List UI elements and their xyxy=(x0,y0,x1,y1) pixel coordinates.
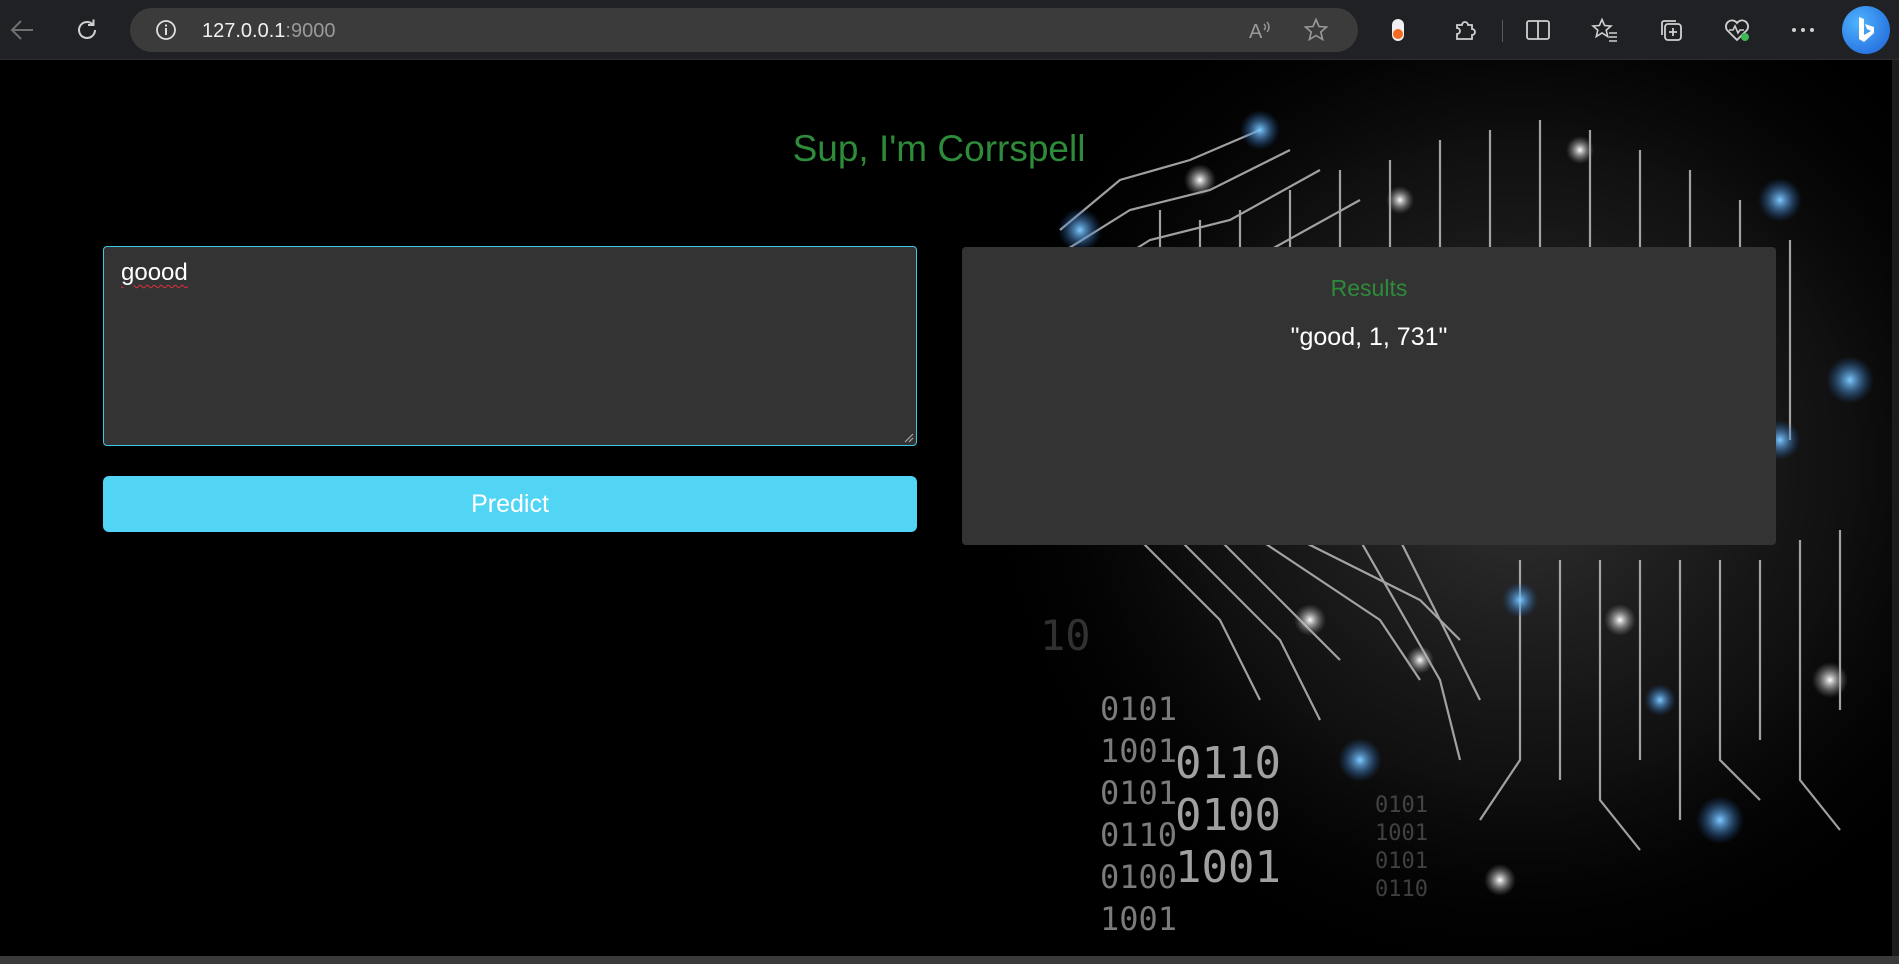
page-content: 0101 1001 0101 0110 0100 1001 0110 0100 … xyxy=(0,60,1892,956)
page-title: Sup, I'm Corrspell xyxy=(792,128,1086,169)
horizontal-scrollbar[interactable] xyxy=(0,956,1899,964)
text-input[interactable]: goood xyxy=(103,246,917,446)
input-text: goood xyxy=(121,259,188,286)
extension-toggle-icon[interactable] xyxy=(1378,10,1418,50)
svg-text:0110: 0110 xyxy=(1375,877,1428,902)
results-value: "good, 1, 731" xyxy=(1290,323,1448,351)
svg-text:0110: 0110 xyxy=(1100,816,1177,854)
resize-grip-icon[interactable] xyxy=(902,431,914,443)
svg-text:0101: 0101 xyxy=(1375,793,1428,818)
url-host: 127.0.0.1 xyxy=(202,20,286,42)
collections-icon[interactable] xyxy=(1651,10,1691,50)
svg-text:0110: 0110 xyxy=(1175,738,1281,789)
site-info-icon[interactable] xyxy=(146,10,186,50)
vertical-scrollbar[interactable] xyxy=(1892,60,1899,964)
extensions-puzzle-icon[interactable] xyxy=(1445,10,1485,50)
url-text: 127.0.0.1:9000 xyxy=(202,20,335,43)
url-port: :9000 xyxy=(285,20,336,42)
svg-text:10: 10 xyxy=(1040,611,1091,660)
browser-essentials-icon[interactable] xyxy=(1717,10,1757,50)
svg-text:0100: 0100 xyxy=(1100,858,1177,896)
svg-text:1001: 1001 xyxy=(1100,900,1177,938)
refresh-icon[interactable] xyxy=(67,10,107,50)
toolbar-separator xyxy=(1502,20,1503,42)
back-arrow-icon[interactable] xyxy=(2,10,42,50)
browser-toolbar: 127.0.0.1:9000 A xyxy=(0,0,1899,60)
bing-copilot-icon[interactable] xyxy=(1842,6,1890,54)
svg-text:1001: 1001 xyxy=(1100,732,1177,770)
svg-text:1001: 1001 xyxy=(1375,821,1428,846)
more-menu-icon[interactable] xyxy=(1783,10,1823,50)
split-screen-icon[interactable] xyxy=(1518,10,1558,50)
favorite-star-icon[interactable] xyxy=(1296,10,1336,50)
favorites-icon[interactable] xyxy=(1585,10,1625,50)
read-aloud-icon[interactable]: A xyxy=(1240,10,1280,50)
svg-text:0101: 0101 xyxy=(1375,849,1428,874)
results-panel: Results "good, 1, 731" xyxy=(962,247,1776,545)
svg-text:0101: 0101 xyxy=(1100,690,1177,728)
svg-text:1001: 1001 xyxy=(1175,842,1281,893)
svg-text:0100: 0100 xyxy=(1175,790,1281,841)
predict-button[interactable]: Predict xyxy=(103,476,917,532)
results-title: Results xyxy=(1330,275,1408,301)
svg-text:A: A xyxy=(1249,21,1263,42)
svg-text:0101: 0101 xyxy=(1100,774,1177,812)
address-bar[interactable]: 127.0.0.1:9000 A xyxy=(130,8,1358,52)
